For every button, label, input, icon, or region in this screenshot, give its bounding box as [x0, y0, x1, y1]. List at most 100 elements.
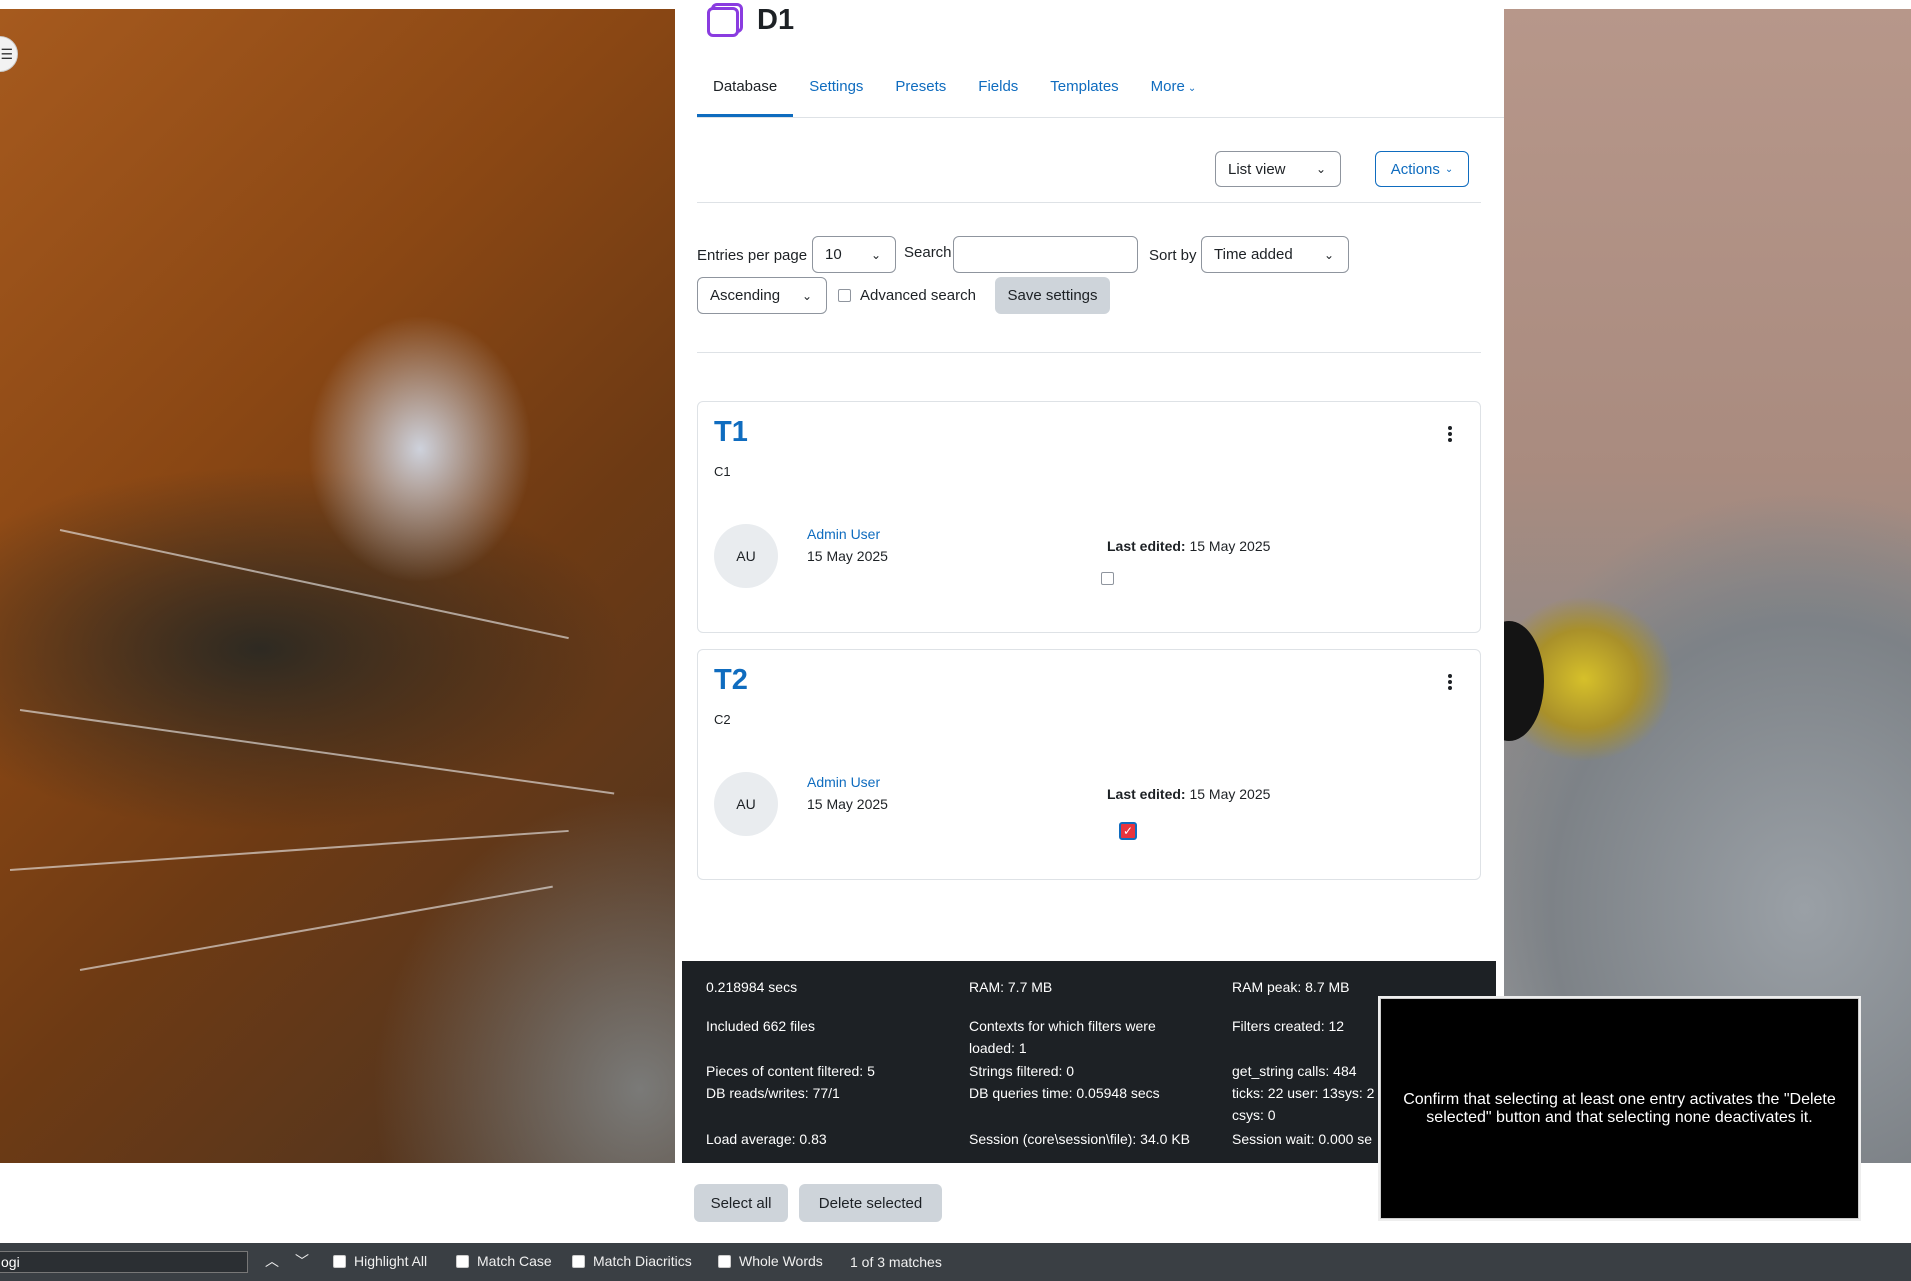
whisker	[9, 829, 569, 871]
perf-session: Session (core\session\file): 34.0 KB	[969, 1131, 1190, 1147]
sort-order-select[interactable]: Ascending ⌄	[697, 277, 827, 314]
perf-files: Included 662 files	[706, 1018, 815, 1034]
whole-words-label: Whole Words	[739, 1253, 823, 1269]
top-strip	[0, 0, 1911, 9]
task-instruction-overlay: Confirm that selecting at least one entr…	[1380, 998, 1859, 1219]
chevron-down-icon: ⌄	[1323, 247, 1334, 262]
chevron-down-icon: ⌄	[870, 247, 881, 262]
search-label: Search	[904, 244, 952, 261]
match-case-label: Match Case	[477, 1253, 552, 1269]
tab-database[interactable]: Database	[697, 65, 794, 117]
perf-ram-peak: RAM peak: 8.7 MB	[1232, 979, 1350, 995]
select-all-button[interactable]: Select all	[694, 1184, 788, 1222]
find-bar: ogi ︿ ﹀ Highlight All Match Case Match D…	[0, 1243, 1911, 1281]
delete-selected-button[interactable]: Delete selected	[799, 1184, 942, 1222]
entry-date: 15 May 2025	[807, 548, 888, 564]
tab-settings[interactable]: Settings	[793, 65, 879, 117]
drawer-toggle-button[interactable]: ☰	[0, 36, 18, 72]
sort-by-value: Time added	[1214, 246, 1293, 263]
perf-csys: csys: 0	[1232, 1107, 1276, 1123]
perf-filters: Filters created: 12	[1232, 1018, 1345, 1034]
tab-bar: Database Settings Presets Fields Templat…	[697, 65, 1212, 117]
view-mode-value: List view	[1228, 160, 1286, 178]
entry-actions-menu-icon[interactable]	[1448, 426, 1452, 442]
match-case-checkbox[interactable]	[456, 1254, 469, 1268]
divider	[697, 202, 1481, 203]
chevron-down-icon: ⌄	[801, 288, 812, 303]
performance-footer: 0.218984 secs Included 662 files Pieces …	[682, 961, 1496, 1163]
entries-per-page-value: 10	[825, 246, 842, 263]
author-link[interactable]: Admin User	[807, 526, 880, 542]
perf-contexts-2: loaded: 1	[969, 1040, 1027, 1056]
page-header: D1	[705, 3, 794, 37]
tab-fields[interactable]: Fields	[962, 65, 1034, 117]
entry-title[interactable]: T2	[714, 664, 748, 697]
tab-presets[interactable]: Presets	[879, 65, 962, 117]
tab-more-label: More	[1150, 78, 1185, 95]
match-diacritics-option[interactable]: Match Diacritics	[572, 1253, 692, 1269]
author-link[interactable]: Admin User	[807, 774, 880, 790]
perf-db-rw: DB reads/writes: 77/1	[706, 1085, 840, 1101]
last-edited: Last edited: 15 May 2025	[1107, 538, 1270, 554]
find-input[interactable]: ogi	[0, 1251, 248, 1273]
entry-title[interactable]: T1	[714, 416, 748, 449]
database-page: D1 Database Settings Presets Fields Temp…	[675, 3, 1504, 963]
perf-filtered: Pieces of content filtered: 5	[706, 1063, 875, 1079]
highlight-all-option[interactable]: Highlight All	[333, 1253, 427, 1269]
divider	[697, 352, 1481, 353]
perf-session-wait: Session wait: 0.000 se	[1232, 1131, 1373, 1147]
perf-contexts: Contexts for which filters were	[969, 1018, 1156, 1034]
perf-ticks: ticks: 22 user: 13sys: 2	[1232, 1085, 1375, 1101]
entries-per-page-select[interactable]: 10 ⌄	[812, 236, 896, 273]
whole-words-checkbox[interactable]	[718, 1254, 731, 1268]
cat-eye-pupil	[1504, 621, 1544, 741]
sort-by-label: Sort by	[1149, 247, 1197, 264]
last-edited-date: 15 May 2025	[1189, 538, 1271, 554]
last-edited-date: 15 May 2025	[1189, 786, 1271, 802]
whisker	[59, 529, 569, 640]
match-case-option[interactable]: Match Case	[456, 1253, 552, 1269]
perf-strings: Strings filtered: 0	[969, 1063, 1075, 1079]
search-input[interactable]	[953, 236, 1138, 273]
tab-templates[interactable]: Templates	[1034, 65, 1134, 117]
find-next-icon[interactable]: ﹀	[292, 1251, 312, 1273]
page-title: D1	[757, 3, 795, 36]
match-diacritics-checkbox[interactable]	[572, 1254, 585, 1268]
entry-content: C2	[714, 712, 731, 727]
entry-select-checkbox[interactable]	[1101, 572, 1114, 585]
perf-load: Load average: 0.83	[706, 1131, 827, 1147]
match-diacritics-label: Match Diacritics	[593, 1253, 692, 1269]
whole-words-option[interactable]: Whole Words	[718, 1253, 823, 1269]
chevron-down-icon: ⌄	[1187, 83, 1197, 94]
advanced-search-label: Advanced search	[860, 287, 976, 304]
entry-card: T1 C1 AU Admin User 15 May 2025 Last edi…	[697, 401, 1481, 633]
view-mode-select[interactable]: List view ⌄	[1215, 151, 1341, 187]
actions-button[interactable]: Actions ⌄	[1375, 151, 1469, 187]
advanced-search-checkbox[interactable]	[838, 289, 851, 302]
avatar: AU	[714, 524, 778, 588]
entry-card: T2 C2 AU Admin User 15 May 2025 Last edi…	[697, 649, 1481, 880]
entry-content: C1	[714, 464, 731, 479]
highlight-all-checkbox[interactable]	[333, 1254, 346, 1268]
whisker	[19, 709, 615, 795]
tabs-divider	[697, 117, 1504, 118]
chevron-down-icon: ⌄	[1315, 162, 1326, 176]
entry-select-checkbox[interactable]: ✓	[1119, 822, 1137, 840]
find-previous-icon[interactable]: ︿	[262, 1251, 282, 1273]
tab-more[interactable]: More ⌄	[1135, 65, 1213, 117]
entry-actions-menu-icon[interactable]	[1448, 674, 1452, 690]
sort-by-select[interactable]: Time added ⌄	[1201, 236, 1349, 273]
background-photo-right	[1504, 9, 1911, 1163]
perf-db-time: DB queries time: 0.05948 secs	[969, 1085, 1160, 1101]
perf-time: 0.218984 secs	[706, 979, 798, 995]
highlight-all-label: Highlight All	[354, 1253, 428, 1269]
save-settings-button[interactable]: Save settings	[995, 277, 1110, 314]
sort-order-value: Ascending	[710, 287, 781, 304]
perf-ram: RAM: 7.7 MB	[969, 979, 1053, 995]
entries-per-page-label: Entries per page	[697, 247, 808, 264]
last-edited-label: Last edited:	[1107, 786, 1186, 802]
chevron-down-icon: ⌄	[1444, 163, 1454, 175]
entry-date: 15 May 2025	[807, 796, 888, 812]
last-edited: Last edited: 15 May 2025	[1107, 786, 1270, 802]
whisker	[79, 885, 553, 971]
